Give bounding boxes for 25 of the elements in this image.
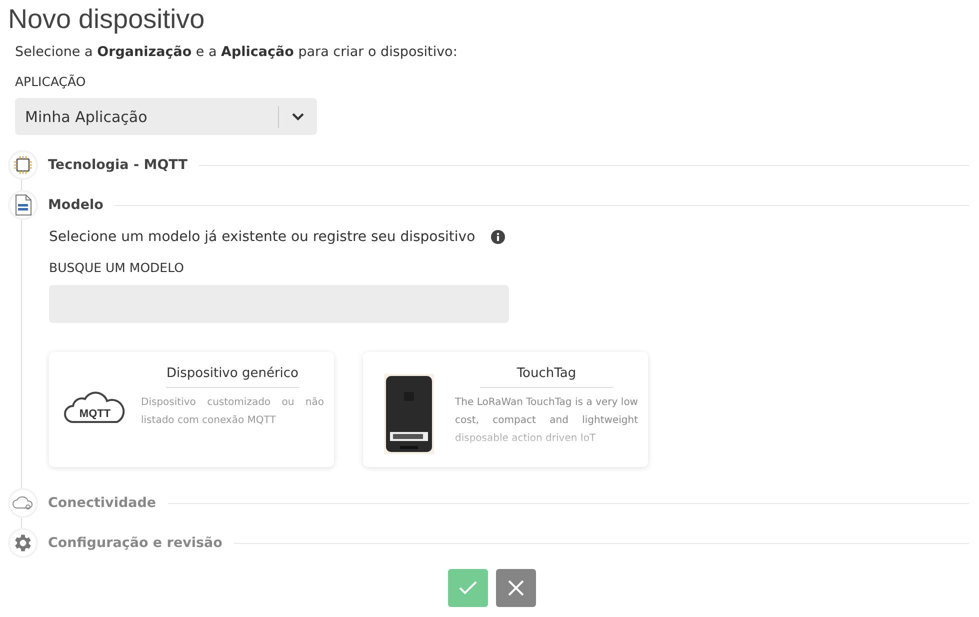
card-title: Dispositivo genérico [166, 366, 299, 388]
step-cloud-icon [10, 490, 36, 516]
page-title: Novo dispositivo [7, 3, 206, 35]
close-icon [508, 580, 524, 596]
step-title[interactable]: Modelo [48, 197, 104, 213]
model-card[interactable]: MQTT Dispositivo genérico Dispositivo customizado ou não listado com conexão MQTT [49, 352, 334, 467]
application-select[interactable]: Minha Aplicação [15, 98, 317, 135]
chevron-down-icon [291, 112, 305, 121]
card-description: The LoRaWan TouchTag is a very low cost, compact and lightweight disposable action driven IoT [455, 396, 638, 446]
model-card[interactable]: TouchTag The LoRaWan TouchTag is a very low cost, compact and lightweight disposable action driven IoT [363, 352, 648, 467]
instruction-text: Selecione a Organização e a Aplicação para criar o dispositivo: [15, 44, 458, 60]
step-title[interactable]: Tecnologia - MQTT [48, 157, 188, 173]
step-gear-icon [10, 530, 36, 556]
mqtt-cloud-icon: MQTT [63, 390, 127, 424]
step-file-icon [10, 192, 36, 218]
prompt-text: Selecione um modelo já existente ou registre seu dispositivo [49, 229, 476, 245]
field-label: APLICAÇÃO [15, 74, 87, 89]
field-label: BUSQUE UM MODELO [49, 260, 185, 275]
confirm-button[interactable] [448, 569, 488, 607]
step-chip-icon [10, 152, 36, 178]
check-icon [459, 581, 477, 595]
card-description: Dispositivo customizado ou não listado com conexão MQTT [141, 396, 324, 428]
card-title: TouchTag [480, 366, 613, 388]
info-icon[interactable] [491, 230, 506, 244]
cancel-button[interactable] [496, 569, 536, 607]
